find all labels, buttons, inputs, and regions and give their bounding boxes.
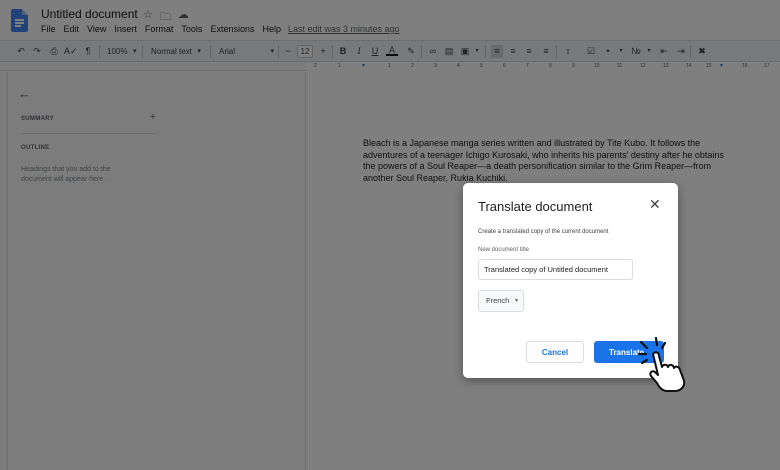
dialog-subtitle: Create a translated copy of the current … bbox=[478, 229, 609, 235]
cancel-button[interactable]: Cancel bbox=[526, 341, 584, 363]
new-document-title-input[interactable] bbox=[478, 259, 633, 280]
title-field-label: New document title bbox=[478, 247, 530, 253]
language-select[interactable]: French bbox=[478, 290, 524, 312]
hand-pointer-cursor-icon bbox=[637, 336, 686, 392]
close-icon[interactable]: ✕ bbox=[649, 196, 661, 213]
dialog-title: Translate document bbox=[478, 199, 593, 214]
